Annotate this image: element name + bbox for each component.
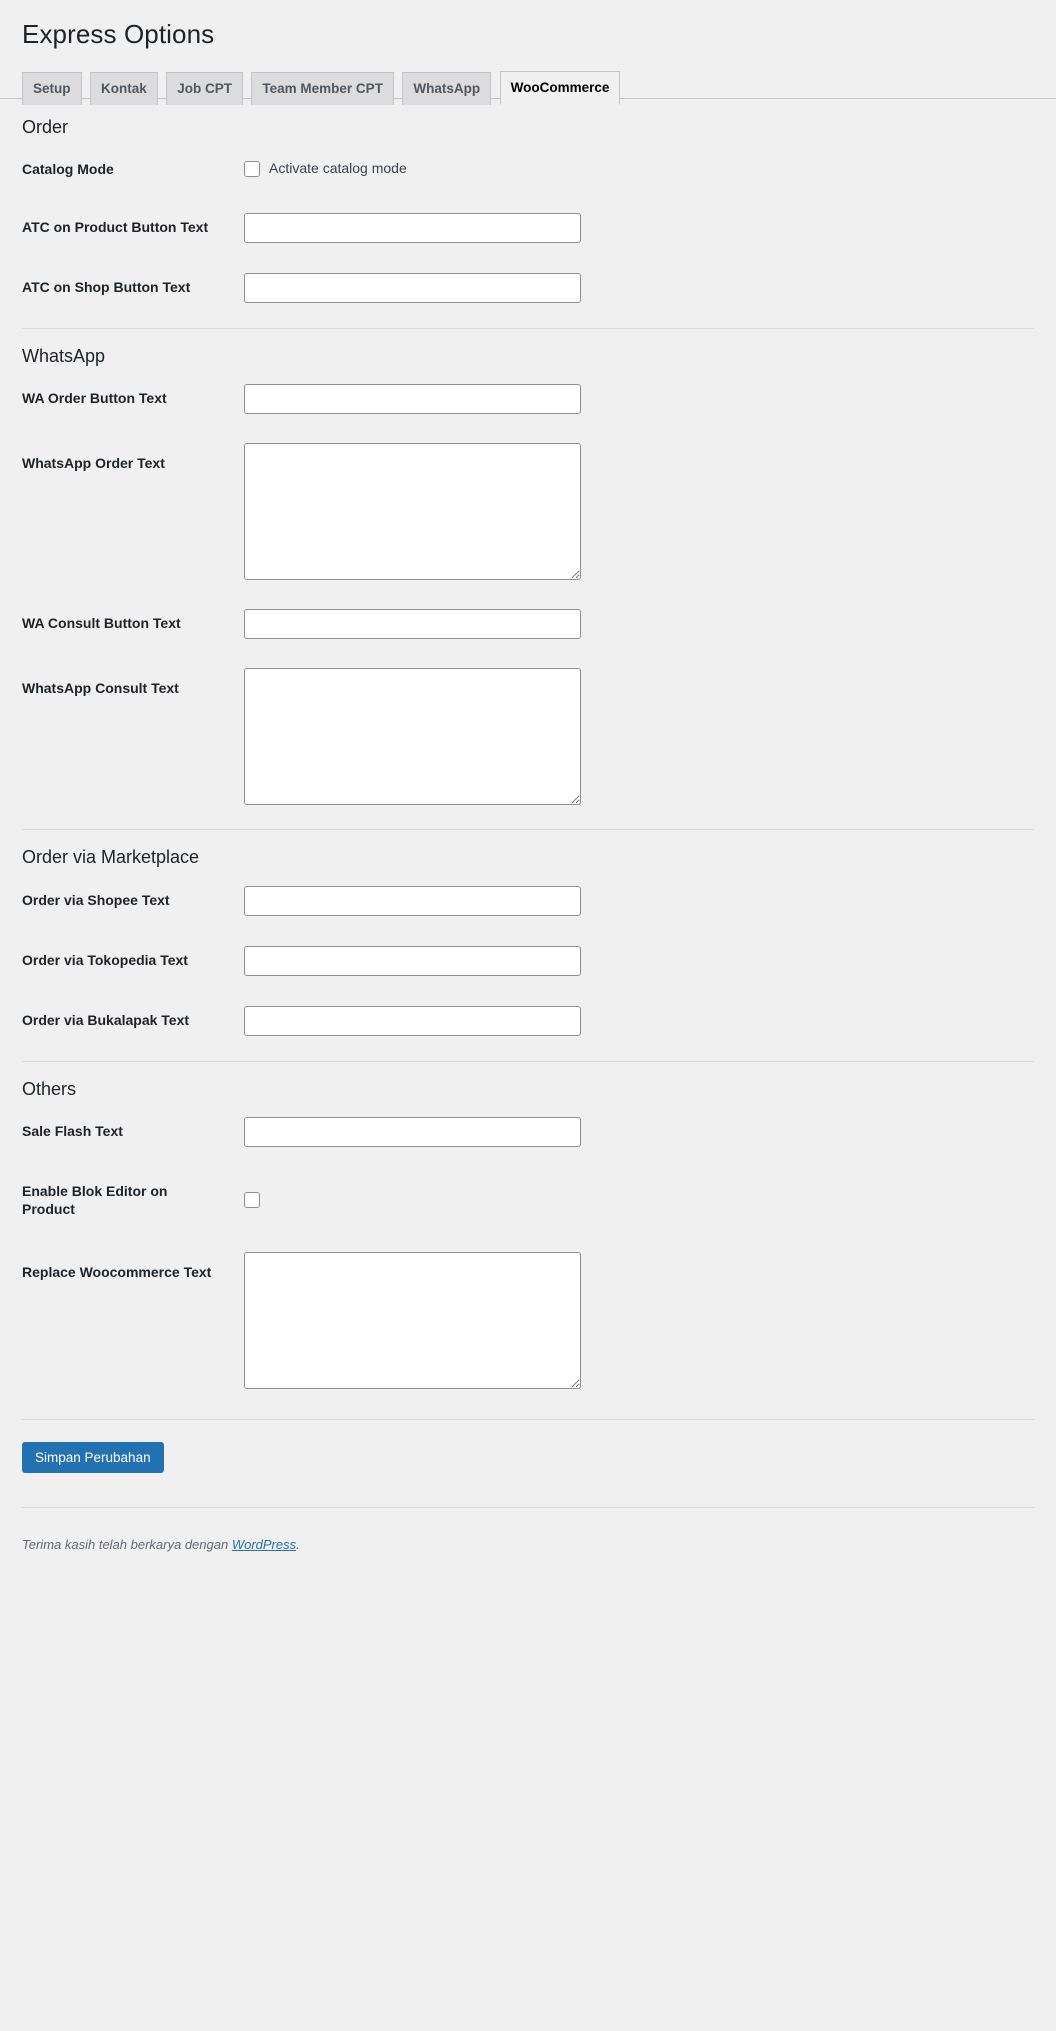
label-wa-consult-button-text: WA Consult Button Text	[22, 615, 181, 632]
catalog-mode-checkbox[interactable]	[244, 161, 260, 178]
footer-text-before: Terima kasih telah berkarya dengan	[22, 1537, 232, 1553]
wa-consult-button-text-input[interactable]	[244, 609, 581, 640]
label-whatsapp-order-text: WhatsApp Order Text	[22, 455, 165, 472]
section-heading-marketplace: Order via Marketplace	[22, 847, 200, 868]
label-wa-order-button-text: WA Order Button Text	[22, 390, 167, 407]
label-order-via-bukalapak-text: Order via Bukalapak Text	[22, 1011, 190, 1028]
whatsapp-order-text-textarea[interactable]	[244, 443, 581, 581]
save-changes-button[interactable]: Simpan Perubahan	[22, 1442, 164, 1474]
footer-text-after: .	[296, 1537, 300, 1553]
admin-page: Express Options Setup Kontak Job CPT Tea…	[0, 0, 1056, 2031]
label-whatsapp-consult-text: WhatsApp Consult Text	[22, 680, 179, 697]
field-row-sale-flash: Sale Flash Text	[22, 1102, 1037, 1162]
field-row-wa-order-text: WhatsApp Order Text	[22, 429, 1037, 594]
field-row-atc-shop: ATC on Shop Button Text	[22, 258, 1037, 318]
field-row-blok-editor: Enable Blok Editor on Product	[22, 1162, 1037, 1238]
order-via-bukalapak-text-input[interactable]	[244, 1005, 581, 1036]
wordpress-link[interactable]: WordPress	[232, 1537, 296, 1552]
section-heading-others: Others	[22, 1078, 77, 1099]
label-enable-blok-editor-on-product: Enable Blok Editor on Product	[22, 1182, 168, 1217]
tab-job-cpt[interactable]: Job CPT	[166, 71, 243, 106]
sale-flash-text-input[interactable]	[244, 1116, 581, 1147]
blok-editor-checkbox[interactable]	[244, 1191, 260, 1208]
field-row-wa-order-button: WA Order Button Text	[22, 369, 1037, 429]
field-row-shopee: Order via Shopee Text	[22, 871, 1037, 931]
submit-area: Simpan Perubahan	[22, 1419, 1034, 1493]
label-atc-on-shop-button-text: ATC on Shop Button Text	[22, 279, 191, 296]
field-row-wa-consult-button: WA Consult Button Text	[22, 594, 1037, 654]
page-title: Express Options	[22, 19, 215, 49]
form-table-whatsapp: WA Order Button Text WhatsApp Order Text…	[22, 369, 1037, 819]
order-via-shopee-text-input[interactable]	[244, 885, 581, 916]
tab-kontak[interactable]: Kontak	[89, 71, 158, 106]
field-row-replace-woo-text: Replace Woocommerce Text	[22, 1238, 1037, 1403]
field-row-bukalapak: Order via Bukalapak Text	[22, 991, 1037, 1051]
blok-editor-checkbox-row[interactable]	[244, 1191, 1027, 1208]
label-replace-woocommerce-text: Replace Woocommerce Text	[22, 1264, 212, 1281]
catalog-mode-checkbox-row[interactable]: Activate catalog mode	[244, 159, 1027, 179]
field-row-tokopedia: Order via Tokopedia Text	[22, 931, 1037, 991]
footer-credit-text: Terima kasih telah berkarya dengan WordP…	[22, 1535, 1034, 1555]
label-order-via-tokopedia-text: Order via Tokopedia Text	[22, 951, 188, 968]
tab-team-member-cpt[interactable]: Team Member CPT	[251, 71, 394, 106]
tab-whatsapp[interactable]: WhatsApp	[402, 71, 492, 106]
field-row-wa-consult-text: WhatsApp Consult Text	[22, 654, 1037, 819]
footer: Terima kasih telah berkarya dengan WordP…	[22, 1507, 1034, 1555]
form-table-order: Catalog Mode Activate catalog mode ATC o…	[22, 140, 1037, 318]
settings-form: Order Catalog Mode Activate catalog mode…	[0, 99, 1056, 1493]
label-catalog-mode: Catalog Mode	[22, 160, 114, 177]
wa-order-button-text-input[interactable]	[244, 384, 581, 415]
form-table-marketplace: Order via Shopee Text Order via Tokopedi…	[22, 871, 1037, 1051]
replace-woocommerce-text-textarea[interactable]	[244, 1252, 581, 1390]
label-sale-flash-text: Sale Flash Text	[22, 1122, 123, 1139]
atc-on-product-button-text-input[interactable]	[244, 213, 581, 244]
catalog-mode-checkbox-label: Activate catalog mode	[269, 160, 407, 177]
tab-bar: Setup Kontak Job CPT Team Member CPT Wha…	[0, 61, 1056, 106]
field-row-atc-product: ATC on Product Button Text	[22, 198, 1037, 258]
tab-woocommerce[interactable]: WooCommerce	[499, 70, 621, 106]
atc-on-shop-button-text-input[interactable]	[244, 273, 581, 304]
order-via-tokopedia-text-input[interactable]	[244, 945, 581, 976]
tab-setup[interactable]: Setup	[22, 71, 82, 106]
label-order-via-shopee-text: Order via Shopee Text	[22, 891, 170, 908]
section-heading-whatsapp: WhatsApp	[22, 346, 106, 367]
form-table-others: Sale Flash Text Enable Blok Editor on Pr…	[22, 1102, 1037, 1403]
label-atc-on-product-button-text: ATC on Product Button Text	[22, 219, 209, 236]
whatsapp-consult-text-textarea[interactable]	[244, 668, 581, 806]
field-row-catalog-mode: Catalog Mode Activate catalog mode	[22, 140, 1037, 198]
